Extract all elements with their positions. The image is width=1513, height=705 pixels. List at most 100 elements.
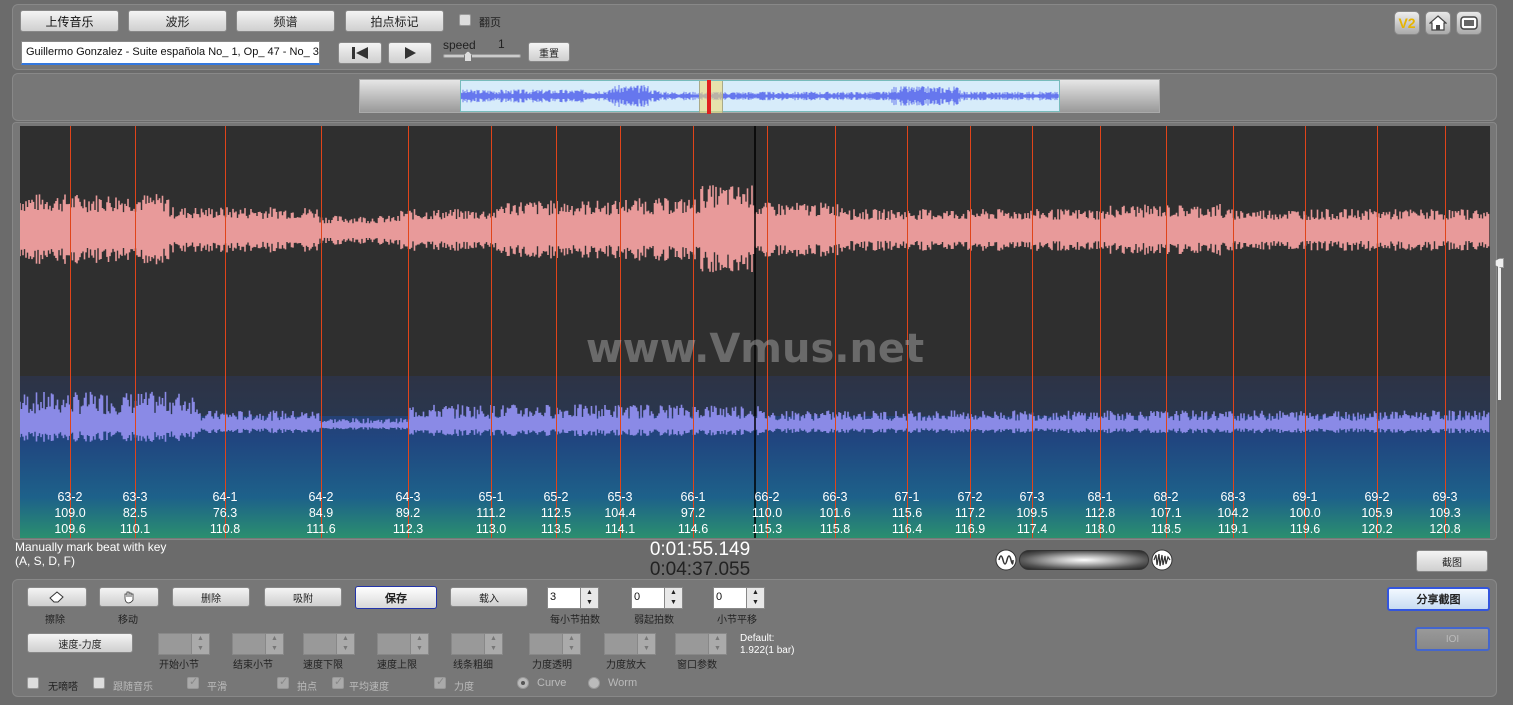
share-screenshot-button[interactable]: 分享截图	[1387, 587, 1490, 611]
up-arrow-icon[interactable]: ▲	[709, 634, 726, 644]
play-button[interactable]	[388, 42, 432, 64]
zoom-slider-track[interactable]	[1019, 550, 1149, 570]
up-arrow-icon[interactable]: ▲	[747, 588, 764, 598]
down-arrow-icon[interactable]: ▼	[709, 644, 726, 654]
window-param-stepper[interactable]: ▲ ▼	[675, 633, 729, 655]
snap-button[interactable]: 吸附	[264, 587, 342, 607]
fullscreen-icon	[1460, 16, 1478, 30]
spectrum-tab[interactable]: 频谱	[236, 10, 335, 32]
up-arrow-icon[interactable]: ▲	[485, 634, 502, 644]
beats-per-bar-stepper[interactable]: 3 ▲ ▼	[547, 587, 601, 609]
tempo-low-label: 速度下限	[303, 660, 343, 671]
load-button[interactable]: 载入	[450, 587, 528, 607]
beat-time: 114.1	[604, 522, 636, 536]
vertical-scroll-handle[interactable]	[1495, 258, 1505, 400]
beat-label: 64-1 76.3 110.8	[195, 489, 255, 537]
v2-button[interactable]: V2	[1394, 11, 1420, 35]
beats-per-bar-input[interactable]: 3	[547, 587, 581, 609]
down-arrow-icon[interactable]: ▼	[638, 644, 655, 654]
save-button[interactable]: 保存	[355, 586, 437, 609]
delete-button[interactable]: 删除	[172, 587, 250, 607]
beat-bar: 69-2	[1364, 490, 1390, 504]
up-arrow-icon[interactable]: ▲	[665, 588, 682, 598]
previous-button[interactable]	[338, 42, 382, 64]
up-arrow-icon[interactable]: ▲	[192, 634, 209, 644]
home-button[interactable]	[1425, 11, 1451, 35]
smooth-checkbox[interactable]	[187, 675, 199, 689]
bar-shift-stepper[interactable]: 0 ▲ ▼	[713, 587, 767, 609]
beat-tempo: 117.2	[954, 506, 986, 520]
track-name-field[interactable]: Guillermo Gonzalez - Suite española No_ …	[21, 41, 320, 65]
dyn-opacity-stepper[interactable]: ▲ ▼	[529, 633, 583, 655]
tempo-low-stepper[interactable]: ▲ ▼	[303, 633, 357, 655]
beat-tempo: 100.0	[1289, 506, 1321, 520]
worm-radio[interactable]	[588, 677, 600, 689]
move-button[interactable]	[99, 587, 159, 607]
down-arrow-icon[interactable]: ▼	[665, 598, 682, 608]
zoom-control[interactable]	[995, 548, 1173, 572]
follow-music-checkbox[interactable]	[93, 677, 105, 689]
screenshot-button[interactable]: 截图	[1416, 550, 1488, 572]
down-arrow-icon[interactable]: ▼	[485, 644, 502, 654]
up-arrow-icon[interactable]: ▲	[411, 634, 428, 644]
tempo-dynamics-button[interactable]: 速度-力度	[27, 633, 133, 653]
beat-tempo: 89.2	[395, 506, 421, 520]
no-tick-checkbox[interactable]	[27, 677, 39, 689]
current-time: 0:01:55.149	[649, 539, 751, 560]
beat-label: 67-1 115.6 116.4	[877, 489, 937, 537]
down-arrow-icon[interactable]: ▼	[337, 644, 354, 654]
up-arrow-icon[interactable]: ▲	[266, 634, 283, 644]
curve-radio[interactable]	[517, 677, 529, 689]
play-icon	[405, 47, 416, 59]
dynamics-label: 力度	[454, 682, 474, 693]
beatmark-tab[interactable]: 拍点标记	[345, 10, 444, 32]
beat-tempo: 112.8	[1084, 506, 1116, 520]
up-arrow-icon[interactable]: ▲	[337, 634, 354, 644]
upload-music-button[interactable]: 上传音乐	[20, 10, 119, 32]
tempo-high-stepper[interactable]: ▲ ▼	[377, 633, 431, 655]
pickup-beats-input[interactable]: 0	[631, 587, 665, 609]
overview-track[interactable]	[359, 79, 1160, 114]
dyn-zoom-stepper[interactable]: ▲ ▼	[604, 633, 658, 655]
beat-tempo: 101.6	[819, 506, 851, 520]
beat-tempo: 104.2	[1217, 506, 1249, 520]
up-arrow-icon[interactable]: ▲	[638, 634, 655, 644]
down-arrow-icon[interactable]: ▼	[563, 644, 580, 654]
fullscreen-button[interactable]	[1456, 11, 1482, 35]
beat-checkbox[interactable]	[277, 675, 289, 689]
reset-button[interactable]: 重置	[528, 42, 570, 62]
overview-selection[interactable]	[460, 80, 1060, 114]
down-arrow-icon[interactable]: ▼	[266, 644, 283, 654]
overview-panel	[12, 73, 1497, 121]
up-arrow-icon[interactable]: ▲	[563, 634, 580, 644]
speed-slider-thumb[interactable]	[464, 51, 472, 62]
beat-label: 63-2 109.0 109.6	[40, 489, 100, 537]
beat-key-hint: Manually mark beat with key (A, S, D, F)	[15, 540, 166, 568]
playhead-line	[707, 80, 711, 114]
ioi-button[interactable]: IOI	[1415, 627, 1490, 651]
speed-slider[interactable]	[443, 54, 521, 58]
waveform-view[interactable]: www.Vmus.net 63-2 109.0 109.6 63-3 82.5 110.1…	[20, 126, 1490, 538]
start-bar-stepper[interactable]: ▲ ▼	[158, 633, 212, 655]
bottom-controls: 擦除 移动 删除 吸附 保存 载入 3 ▲ ▼ 每小节拍数 0 ▲ ▼ 弱起拍数 0…	[12, 579, 1497, 697]
erase-button[interactable]	[27, 587, 87, 607]
pickup-beats-stepper[interactable]: 0 ▲ ▼	[631, 587, 685, 609]
beat-label: 64-3 89.2 112.3	[378, 489, 438, 537]
beat-time: 116.9	[954, 522, 986, 536]
waveform-tab[interactable]: 波形	[128, 10, 227, 32]
beat-time: 110.1	[119, 522, 151, 536]
move-label: 移动	[118, 615, 138, 626]
playhead-marker[interactable]	[699, 81, 723, 113]
beat-bar: 68-3	[1220, 490, 1246, 504]
bar-shift-input[interactable]: 0	[713, 587, 747, 609]
flip-page-checkbox[interactable]	[459, 14, 471, 26]
down-arrow-icon[interactable]: ▼	[747, 598, 764, 608]
avg-tempo-checkbox[interactable]	[332, 675, 344, 689]
down-arrow-icon[interactable]: ▼	[411, 644, 428, 654]
line-width-stepper[interactable]: ▲ ▼	[451, 633, 505, 655]
down-arrow-icon[interactable]: ▼	[581, 598, 598, 608]
down-arrow-icon[interactable]: ▼	[192, 644, 209, 654]
up-arrow-icon[interactable]: ▲	[581, 588, 598, 598]
end-bar-stepper[interactable]: ▲ ▼	[232, 633, 286, 655]
dynamics-checkbox[interactable]	[434, 675, 446, 689]
